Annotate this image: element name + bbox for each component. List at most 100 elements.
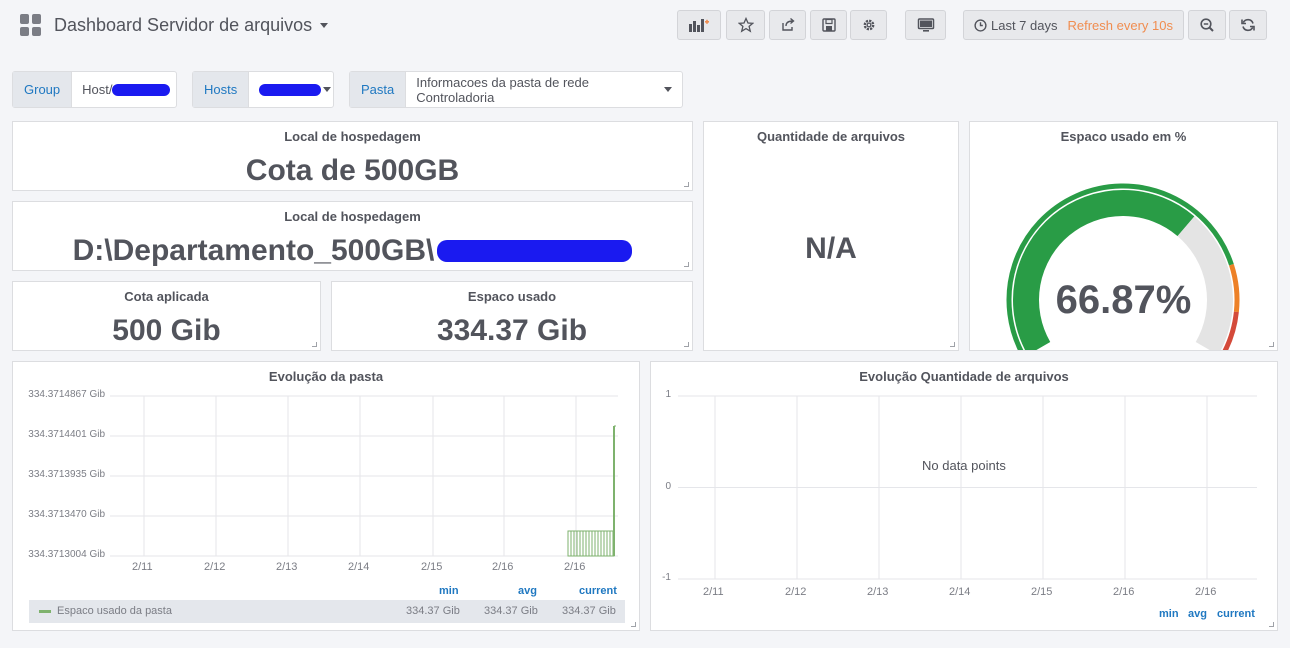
variable-group-label: Group	[13, 72, 73, 107]
zoom-out-icon	[1200, 18, 1214, 32]
refresh-icon	[1241, 18, 1255, 32]
x-tick-label: 2/13	[867, 586, 889, 598]
x-tick-label: 2/13	[276, 561, 298, 573]
variable-hosts-label: Hosts	[193, 72, 250, 107]
star-button[interactable]	[726, 10, 765, 40]
panel-local-hospedagem-2: Local de hospedagem D:\Departamento_500G…	[12, 201, 693, 271]
variable-pasta-select[interactable]: Informacoes da pasta de rede Controlador…	[406, 72, 682, 107]
x-tick-label: 2/11	[703, 586, 724, 598]
x-tick-label: 2/16	[564, 561, 586, 573]
refresh-button[interactable]	[1229, 10, 1267, 40]
singlestat-value: 500 Gib	[112, 314, 221, 347]
gauge-value: 66.87%	[1055, 278, 1192, 322]
time-range-picker[interactable]: Last 7 days Refresh every 10s	[963, 10, 1184, 40]
x-tick-label: 2/16	[1195, 586, 1217, 598]
singlestat-value: 334.37 Gib	[436, 314, 588, 347]
graph-plot[interactable]	[13, 362, 639, 630]
y-tick-label: 334.3714401 Gib	[28, 429, 105, 440]
legend-head-min[interactable]: min	[439, 585, 459, 597]
legend-head-current[interactable]: current	[1217, 608, 1255, 620]
gear-icon	[863, 19, 874, 31]
panel-title[interactable]: Espaco usado	[332, 289, 692, 304]
singlestat-value: Cota de 500GB	[245, 154, 460, 187]
dashboard-title[interactable]: Dashboard Servidor de arquivos	[54, 15, 312, 36]
variable-group-value: Host/	[82, 82, 113, 97]
panel-title[interactable]: Cota aplicada	[13, 289, 320, 304]
x-tick-label: 2/16	[1113, 586, 1135, 598]
x-tick-label: 2/14	[348, 561, 370, 573]
series-name: Espaco usado da pasta	[57, 605, 172, 617]
redaction-mark	[259, 83, 322, 96]
redaction-mark	[437, 240, 633, 262]
panel-title[interactable]: Local de hospedagem	[13, 129, 692, 144]
series-avg: 334.37 Gib	[484, 605, 538, 617]
clock-icon	[974, 18, 987, 32]
resize-handle[interactable]	[950, 342, 955, 347]
y-tick-label: 0	[665, 480, 671, 492]
singlestat-value: N/A	[805, 232, 857, 265]
share-button[interactable]	[769, 10, 806, 40]
zoom-out-button[interactable]	[1188, 10, 1226, 40]
legend-head-avg[interactable]: avg	[518, 585, 537, 597]
add-panel-button[interactable]	[677, 10, 721, 40]
resize-handle[interactable]	[684, 262, 689, 267]
resize-handle[interactable]	[684, 342, 689, 347]
dashboard-grid-icon	[20, 14, 42, 36]
resize-handle[interactable]	[1269, 342, 1274, 347]
y-tick-label: 334.3713004 Gib	[28, 549, 105, 560]
legend-head-avg[interactable]: avg	[1188, 608, 1207, 620]
series-current: 334.37 Gib	[562, 605, 616, 617]
series-min: 334.37 Gib	[406, 605, 460, 617]
time-range-label: Last 7 days	[991, 17, 1058, 33]
legend-series-row[interactable]: Espaco usado da pasta 334.37 Gib 334.37 …	[29, 600, 625, 623]
legend-head-min[interactable]: min	[1159, 608, 1179, 620]
monitor-icon	[917, 18, 934, 32]
no-data-message: No data points	[922, 458, 1006, 473]
panel-cota-aplicada: Cota aplicada 500 Gib	[12, 281, 321, 351]
save-icon	[821, 18, 836, 32]
resize-handle[interactable]	[631, 622, 636, 627]
x-tick-label: 2/12	[785, 586, 807, 598]
chevron-down-icon	[323, 87, 332, 92]
panel-local-hospedagem-1: Local de hospedagem Cota de 500GB	[12, 121, 693, 191]
x-tick-label: 2/14	[949, 586, 971, 598]
chevron-down-icon	[320, 22, 329, 28]
settings-button[interactable]	[850, 10, 887, 40]
panel-title[interactable]: Quantidade de arquivos	[704, 129, 958, 144]
refresh-interval-label: Refresh every 10s	[1067, 17, 1174, 33]
variable-hosts: Hosts	[192, 71, 334, 108]
resize-handle[interactable]	[684, 182, 689, 187]
view-mode-button[interactable]	[905, 10, 946, 40]
singlestat-value: D:\Departamento_500GB\	[72, 234, 435, 267]
panel-title[interactable]: Local de hospedagem	[13, 209, 692, 224]
y-tick-label: 1	[665, 389, 671, 400]
legend-head-current[interactable]: current	[579, 585, 617, 597]
panel-evolucao-pasta: Evolução da pasta min avg current Espaco…	[12, 361, 640, 631]
y-tick-label: 334.3713935 Gib	[28, 469, 105, 480]
panel-espaco-percent: Espaco usado em % 66.87%	[969, 121, 1278, 351]
variable-group-select[interactable]: Host/	[72, 72, 180, 107]
variable-hosts-select[interactable]	[249, 72, 341, 107]
series-color-swatch[interactable]	[39, 610, 51, 613]
add-panel-icon	[689, 19, 709, 32]
x-tick-label: 2/16	[492, 561, 514, 573]
resize-handle[interactable]	[1269, 622, 1274, 627]
x-tick-label: 2/15	[421, 561, 443, 573]
chevron-down-icon	[664, 87, 672, 92]
share-icon	[781, 17, 795, 31]
variable-pasta-label: Pasta	[350, 72, 407, 107]
variable-group: Group Host/	[12, 71, 177, 108]
redaction-mark	[112, 83, 171, 96]
star-icon	[737, 17, 754, 33]
y-tick-label: 334.3714867 Gib	[28, 389, 105, 400]
resize-handle[interactable]	[312, 342, 317, 347]
save-button[interactable]	[810, 10, 847, 40]
x-tick-label: 2/12	[204, 561, 226, 573]
x-tick-label: 2/11	[132, 561, 153, 573]
y-tick-label: -1	[662, 572, 671, 583]
variable-pasta: Pasta Informacoes da pasta de rede Contr…	[349, 71, 683, 108]
panel-espaco-usado: Espaco usado 334.37 Gib	[331, 281, 693, 351]
x-tick-label: 2/15	[1031, 586, 1053, 598]
dashboard-picker[interactable]: Dashboard Servidor de arquivos	[20, 12, 329, 38]
panel-evolucao-quantidade: Evolução Quantidade de arquivos No data …	[650, 361, 1278, 631]
